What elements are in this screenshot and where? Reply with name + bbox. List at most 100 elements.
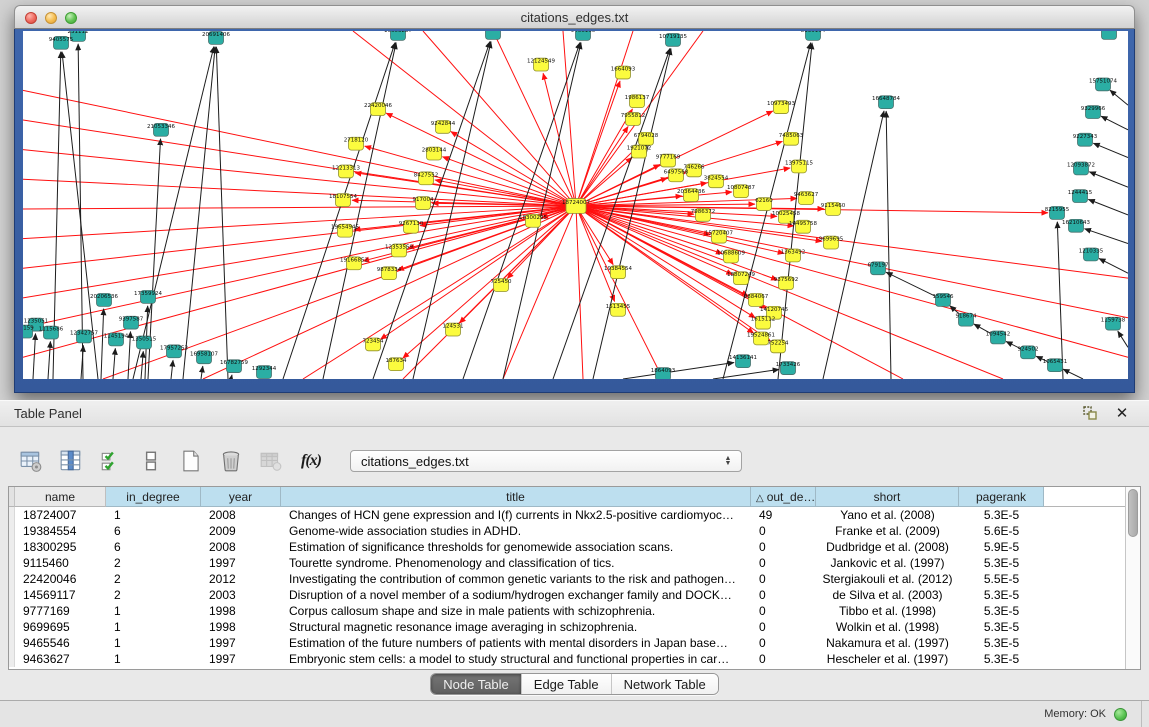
- table-selector-dropdown[interactable]: citations_edges.txt ▲▼: [350, 450, 742, 472]
- graph-node[interactable]: 3824554: [704, 175, 729, 188]
- float-window-icon[interactable]: [1081, 404, 1099, 422]
- table-row[interactable]: 1830029562008Estimation of significance …: [9, 539, 1125, 555]
- graph-node[interactable]: 915650: [1099, 31, 1120, 39]
- graph-node[interactable]: 1115686: [39, 326, 64, 339]
- graph-node[interactable]: 9267130: [399, 220, 424, 233]
- graph-node[interactable]: 19166852: [340, 257, 368, 270]
- column-header-name[interactable]: name: [15, 487, 106, 507]
- graph-node[interactable]: 7485063: [779, 132, 804, 145]
- window-titlebar[interactable]: citations_edges.txt: [14, 5, 1135, 29]
- graph-node[interactable]: 16958107: [190, 351, 218, 364]
- graph-node[interactable]: 10688609: [717, 250, 745, 263]
- graph-node[interactable]: 8139104: [801, 31, 826, 40]
- graph-node[interactable]: 1145194: [104, 333, 129, 346]
- graph-node[interactable]: 20364436: [677, 189, 705, 202]
- graph-node[interactable]: 924502: [1018, 346, 1039, 359]
- graph-node[interactable]: 19384554: [604, 266, 632, 279]
- graph-node[interactable]: 9884067: [744, 293, 768, 306]
- graph-node[interactable]: 1513455: [606, 303, 630, 316]
- graph-node[interactable]: 9115460: [821, 203, 846, 216]
- table-row[interactable]: 1456911722003Disruption of a novel membe…: [9, 587, 1125, 603]
- column-header-pagerank[interactable]: pagerank: [959, 487, 1044, 507]
- graph-node[interactable]: 1733426: [776, 362, 801, 375]
- table-row[interactable]: 969969511998Structural magnetic resonanc…: [9, 619, 1125, 635]
- graph-node[interactable]: 21053346: [147, 123, 175, 136]
- graph-node[interactable]: 187634: [386, 358, 407, 371]
- graph-node[interactable]: 1292344: [252, 366, 277, 379]
- table-row[interactable]: 1938455462009Genome-wide association stu…: [9, 523, 1125, 539]
- graph-node[interactable]: 14136141: [729, 355, 757, 368]
- function-builder-icon[interactable]: f(x): [298, 448, 324, 474]
- graph-node[interactable]: 918674: [956, 313, 977, 326]
- graph-node[interactable]: 9463627: [794, 192, 818, 205]
- column-header-out-degree[interactable]: △out_de…: [751, 487, 816, 507]
- graph-node[interactable]: 17957253: [160, 345, 188, 358]
- graph-node[interactable]: 6794028: [634, 132, 659, 145]
- close-icon[interactable]: [25, 12, 37, 24]
- graph-node[interactable]: 12353559: [385, 244, 413, 257]
- graph-node[interactable]: 1986137: [625, 95, 649, 108]
- graph-node[interactable]: 16210643: [1062, 219, 1090, 232]
- graph-node[interactable]: 8215955: [1045, 206, 1069, 219]
- table-row[interactable]: 2242004622012Investigating the contribut…: [9, 571, 1125, 587]
- graph-node[interactable]: 7986372: [691, 208, 715, 221]
- graph-node[interactable]: 723454: [363, 338, 384, 351]
- close-icon[interactable]: ✕: [1113, 404, 1131, 422]
- graph-node[interactable]: 9242844: [431, 120, 456, 133]
- graph-node[interactable]: 12124549: [527, 58, 555, 71]
- delete-column-icon[interactable]: [218, 448, 244, 474]
- graph-node[interactable]: 17359924: [134, 291, 162, 304]
- graph-node[interactable]: 9699695: [819, 236, 843, 249]
- graph-node[interactable]: 2718120: [344, 137, 369, 150]
- graph-node[interactable]: 6497568: [664, 169, 689, 182]
- graph-node[interactable]: 18107554: [329, 194, 357, 207]
- graph-node[interactable]: 18807249: [727, 272, 755, 285]
- zoom-icon[interactable]: [65, 12, 77, 24]
- graph-node[interactable]: 15751074: [1089, 78, 1117, 91]
- graph-node[interactable]: 62160: [755, 198, 773, 211]
- graph-node[interactable]: 18724007: [562, 199, 590, 214]
- graph-node[interactable]: 1864093: [651, 368, 676, 379]
- graph-node[interactable]: 20691406: [202, 31, 230, 44]
- network-canvas-container[interactable]: 2311129405575206914061065328715276029466…: [23, 31, 1128, 379]
- graph-node[interactable]: 10653287: [384, 31, 412, 40]
- delete-table-icon[interactable]: [258, 448, 284, 474]
- column-header-title[interactable]: title: [281, 487, 751, 507]
- graph-node[interactable]: 917004: [413, 197, 434, 210]
- graph-node[interactable]: 679197: [868, 262, 889, 275]
- create-column-icon[interactable]: [178, 448, 204, 474]
- graph-node[interactable]: 1244415: [1068, 190, 1092, 203]
- graph-node[interactable]: 8427552: [414, 172, 438, 185]
- graph-node[interactable]: 1350515: [132, 336, 156, 349]
- column-header-in-degree[interactable]: in_degree: [106, 487, 201, 507]
- vertical-scrollbar[interactable]: [1125, 487, 1140, 669]
- tab-edge-table[interactable]: Edge Table: [521, 674, 611, 694]
- column-header-year[interactable]: year: [201, 487, 281, 507]
- graph-node[interactable]: 9405575: [49, 36, 73, 49]
- graph-node[interactable]: 10719135: [659, 33, 687, 46]
- tab-network-table[interactable]: Network Table: [611, 674, 718, 694]
- graph-node[interactable]: 9466160: [571, 31, 596, 40]
- graph-node[interactable]: 19654945: [331, 224, 359, 237]
- graph-node[interactable]: 752254: [768, 340, 789, 353]
- graph-node[interactable]: 1615112: [751, 316, 775, 329]
- graph-node[interactable]: 159546: [933, 293, 954, 306]
- graph-node[interactable]: 124531: [443, 323, 464, 336]
- graph-node[interactable]: 9397587: [119, 316, 143, 329]
- table-row[interactable]: 977716911998Corpus callosum shape and si…: [9, 603, 1125, 619]
- graph-node[interactable]: 1527602: [481, 31, 505, 39]
- table-row[interactable]: 946362711997Embryonic stem cells: a mode…: [9, 651, 1125, 667]
- graph-node[interactable]: 16782759: [220, 360, 248, 373]
- table-row[interactable]: 946554611997Estimation of the future num…: [9, 635, 1125, 651]
- graph-node[interactable]: 10807487: [727, 185, 755, 198]
- deselect-rows-icon[interactable]: [138, 448, 164, 474]
- column-header-short[interactable]: short: [816, 487, 959, 507]
- table-row[interactable]: 911546021997Tourette syndrome. Phenomeno…: [9, 555, 1125, 571]
- tab-node-table[interactable]: Node Table: [431, 674, 521, 694]
- column-select-icon[interactable]: [58, 448, 84, 474]
- graph-node[interactable]: 1159738: [1101, 317, 1126, 330]
- graph-node[interactable]: 16648784: [872, 96, 900, 109]
- select-all-rows-icon[interactable]: [98, 448, 124, 474]
- table-mode-icon[interactable]: [18, 448, 44, 474]
- minimize-icon[interactable]: [45, 12, 57, 24]
